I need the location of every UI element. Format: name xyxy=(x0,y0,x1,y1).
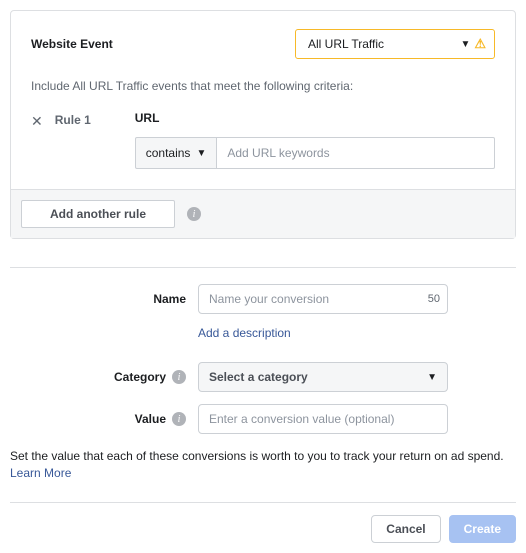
cancel-button[interactable]: Cancel xyxy=(371,515,440,543)
warning-icon: ⚠ xyxy=(474,36,486,52)
name-char-count: 50 xyxy=(428,293,440,305)
add-another-rule-button[interactable]: Add another rule xyxy=(21,200,175,228)
section-divider xyxy=(10,267,516,268)
category-select[interactable]: Select a category ▼ xyxy=(198,362,448,392)
website-event-select[interactable]: All URL Traffic ▼ ⚠ xyxy=(295,29,495,59)
category-placeholder: Select a category xyxy=(209,370,308,384)
rule-row: ✕ Rule 1 URL contains ▼ xyxy=(31,111,495,169)
website-event-value: All URL Traffic xyxy=(308,37,384,51)
remove-rule-icon[interactable]: ✕ xyxy=(31,113,43,130)
caret-down-icon: ▼ xyxy=(196,148,206,159)
info-icon[interactable]: i xyxy=(172,370,186,384)
caret-down-icon: ▼ xyxy=(460,39,470,50)
conversion-value-input[interactable] xyxy=(198,404,448,434)
info-icon[interactable]: i xyxy=(172,412,186,426)
add-description-link[interactable]: Add a description xyxy=(198,326,291,340)
footer-actions: Cancel Create xyxy=(10,502,516,543)
url-operator-value: contains xyxy=(146,146,191,160)
conversion-name-input[interactable] xyxy=(198,284,448,314)
name-label: Name xyxy=(153,292,186,306)
url-keywords-input[interactable] xyxy=(217,137,495,169)
criteria-description: Include All URL Traffic events that meet… xyxy=(31,79,495,93)
website-event-label: Website Event xyxy=(31,37,113,51)
create-button[interactable]: Create xyxy=(449,515,516,543)
rule-label: Rule 1 xyxy=(55,113,105,127)
info-icon[interactable]: i xyxy=(187,207,201,221)
value-label: Value xyxy=(135,412,166,426)
url-operator-select[interactable]: contains ▼ xyxy=(135,137,218,169)
category-label: Category xyxy=(114,370,166,384)
url-label: URL xyxy=(135,111,495,125)
value-help-text: Set the value that each of these convers… xyxy=(10,449,504,463)
rules-card: Website Event All URL Traffic ▼ ⚠ Includ… xyxy=(10,10,516,239)
caret-down-icon: ▼ xyxy=(427,372,437,383)
learn-more-link[interactable]: Learn More xyxy=(10,466,71,480)
rules-footer: Add another rule i xyxy=(11,189,515,238)
